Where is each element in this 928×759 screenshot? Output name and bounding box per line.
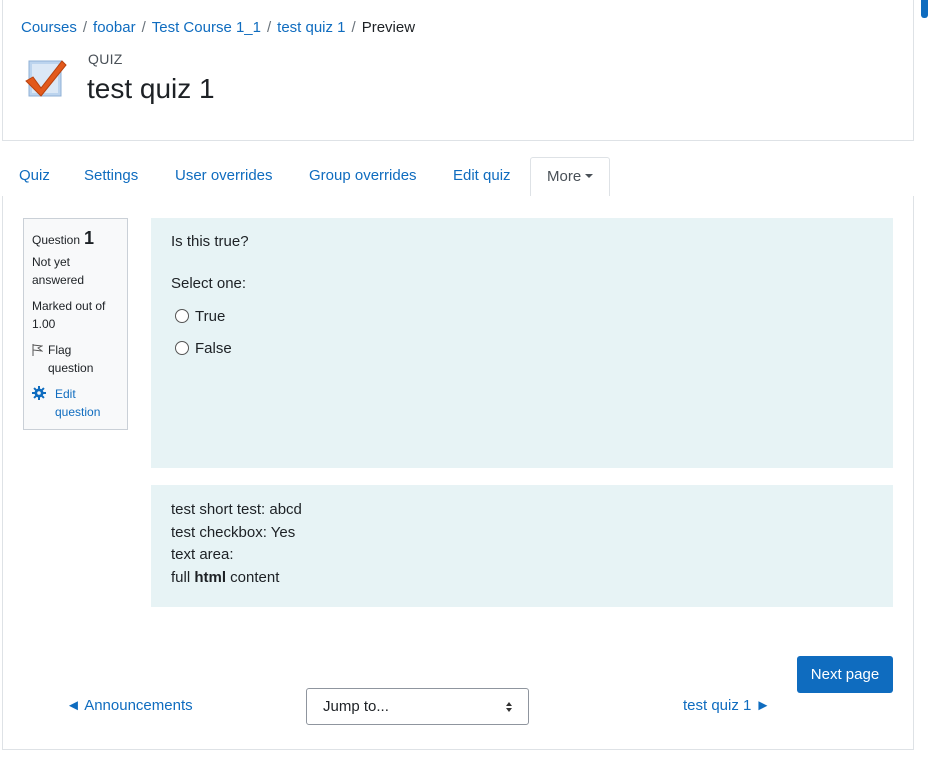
- question-grade: Marked out of 1.00: [32, 299, 106, 331]
- breadcrumb-foobar[interactable]: foobar: [93, 19, 136, 36]
- feedback-line: test checkbox: Yes: [171, 523, 296, 541]
- caret-down-icon: [585, 174, 594, 179]
- activity-type-label: QUIZ: [88, 51, 123, 67]
- question-label: Question: [32, 233, 81, 247]
- question-number-value: 1: [84, 228, 95, 248]
- breadcrumb-current: Preview: [361, 19, 416, 36]
- previous-activity-label: Announcements: [84, 697, 193, 714]
- answer-label: True: [195, 307, 226, 325]
- edit-question-link[interactable]: Edit question: [32, 385, 119, 421]
- feedback-line: text area:: [171, 546, 234, 563]
- tab-user-overrides[interactable]: User overrides: [159, 157, 289, 197]
- question-info: Question 1 Not yet answered Marked out o…: [23, 218, 128, 430]
- breadcrumb-course[interactable]: Test Course 1_1: [152, 19, 261, 36]
- tab-more-label: More: [547, 168, 582, 185]
- next-page-button[interactable]: Next page: [797, 656, 893, 693]
- question-text: Is this true?: [171, 233, 249, 250]
- next-activity-link[interactable]: test quiz 1 ►: [683, 697, 770, 714]
- previous-activity-link[interactable]: ◄ Announcements: [66, 697, 193, 714]
- tab-settings[interactable]: Settings: [68, 157, 154, 197]
- answer-option-false[interactable]: False: [171, 332, 873, 364]
- answer-prompt: Select one:: [171, 275, 247, 292]
- jump-to-value: Jump to...: [323, 698, 389, 715]
- radio-button[interactable]: [175, 309, 189, 323]
- breadcrumb: Courses / foobar / Test Course 1_1 / test quiz…: [21, 19, 415, 36]
- jump-to-select[interactable]: Jump to...: [306, 688, 529, 725]
- next-activity-label: test quiz 1: [683, 697, 752, 714]
- breadcrumb-separator: /: [351, 19, 356, 36]
- answer-label: False: [195, 339, 232, 357]
- question-number: Question 1: [32, 229, 119, 249]
- tab-group-overrides[interactable]: Group overrides: [293, 157, 433, 197]
- breadcrumb-quiz[interactable]: test quiz 1: [277, 19, 345, 36]
- feedback-text: full: [171, 568, 195, 586]
- page-title: test quiz 1: [87, 73, 215, 104]
- general-feedback: test short test: abcd test checkbox: Yes…: [151, 485, 893, 607]
- breadcrumb-courses[interactable]: Courses: [21, 19, 77, 36]
- gear-icon: [32, 386, 46, 400]
- secondary-navigation: Quiz Settings User overrides Group overr…: [2, 157, 914, 197]
- flag-question-label: Flag question: [48, 343, 94, 375]
- question-state: Not yet answered: [32, 255, 85, 287]
- radio-button[interactable]: [175, 341, 189, 355]
- tab-more[interactable]: More: [530, 157, 611, 197]
- quiz-checkmark-icon: [25, 60, 67, 97]
- select-arrows-icon: [506, 701, 512, 712]
- scroll-indicator: [921, 0, 928, 18]
- tab-edit-quiz[interactable]: Edit quiz: [437, 157, 527, 197]
- breadcrumb-separator: /: [266, 19, 272, 36]
- edit-question-label: Edit question: [55, 387, 101, 419]
- feedback-line: test short test: abcd: [171, 501, 302, 518]
- tab-quiz[interactable]: Quiz: [3, 157, 66, 197]
- triangle-left-icon: ◄: [66, 697, 81, 714]
- feedback-text: content: [226, 568, 280, 586]
- flag-question-toggle[interactable]: Flag question: [32, 341, 119, 377]
- answer-option-true[interactable]: True: [171, 300, 873, 332]
- breadcrumb-separator: /: [141, 19, 146, 36]
- feedback-line: full html content: [171, 567, 873, 590]
- triangle-right-icon: ►: [755, 697, 771, 714]
- feedback-bold-text: html: [194, 568, 227, 586]
- breadcrumb-separator: /: [82, 19, 88, 36]
- question-formulation: Is this true? Select one: True False: [151, 218, 893, 468]
- flag-icon: [32, 344, 43, 356]
